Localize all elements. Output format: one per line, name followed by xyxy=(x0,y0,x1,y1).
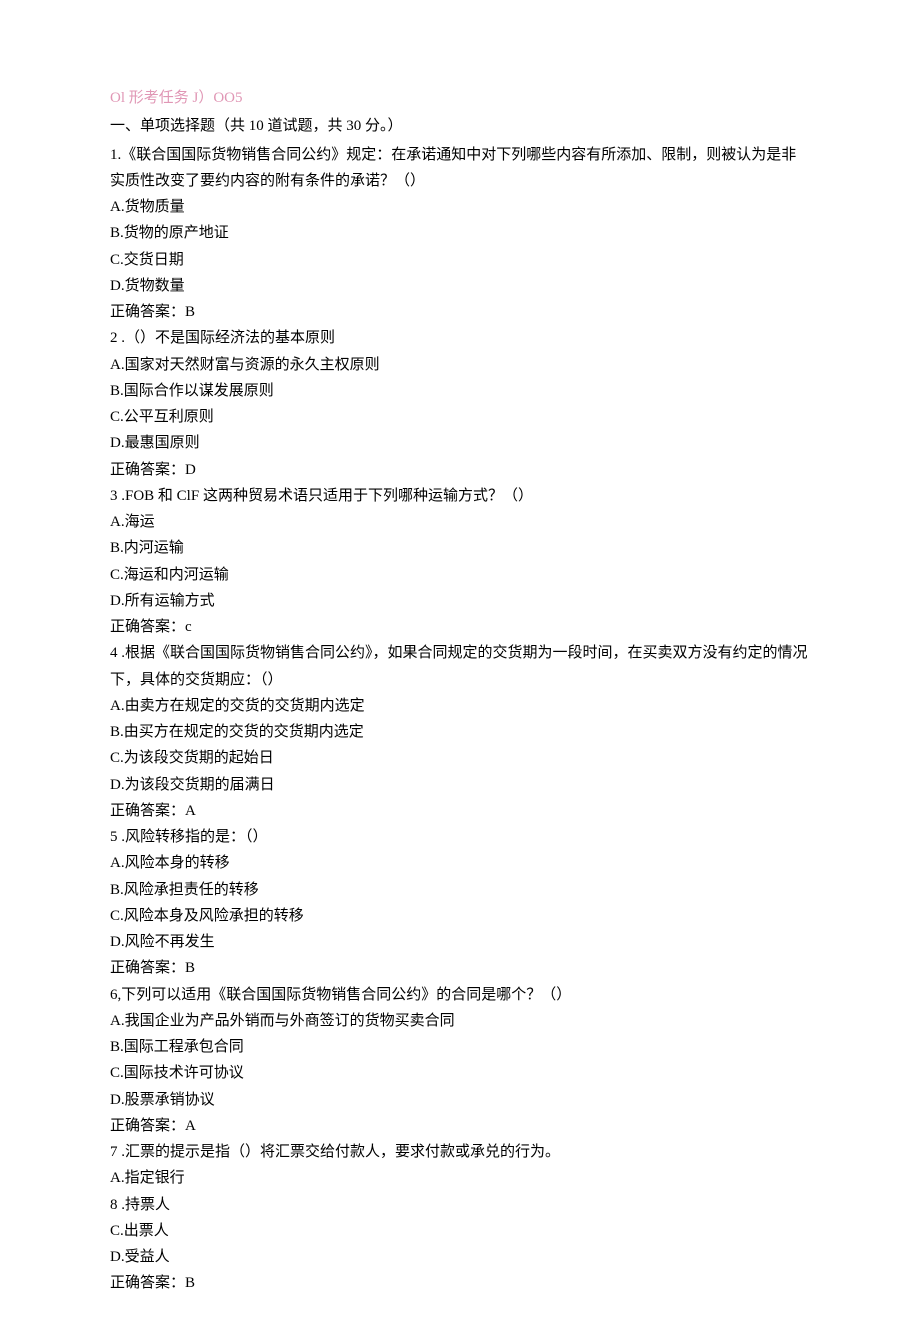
option-d: D.最惠国原则 xyxy=(110,430,810,456)
option-c: C.公平互利原则 xyxy=(110,404,810,430)
option-c: C.交货日期 xyxy=(110,247,810,273)
answer: 正确答案：A xyxy=(110,798,810,824)
question-text: 7 .汇票的提示是指（）将汇票交给付款人，要求付款或承兑的行为。 xyxy=(110,1139,810,1165)
option-c: C.出票人 xyxy=(110,1218,810,1244)
option-d: D.股票承销协议 xyxy=(110,1087,810,1113)
option-d: D.为该段交货期的届满日 xyxy=(110,772,810,798)
answer: 正确答案：B xyxy=(110,299,810,325)
option-a: A.风险本身的转移 xyxy=(110,850,810,876)
option-a: A.指定银行 xyxy=(110,1165,810,1191)
question-7: 7 .汇票的提示是指（）将汇票交给付款人，要求付款或承兑的行为。 A.指定银行 … xyxy=(110,1139,810,1297)
question-6: 6,下列可以适用《联合国国际货物销售合同公约》的合同是哪个？（） A.我国企业为… xyxy=(110,982,810,1140)
option-a: A.货物质量 xyxy=(110,194,810,220)
document-header: Ol 形考任务 J）OO5 xyxy=(110,85,810,111)
question-1: 1.《联合国国际货物销售合同公约》规定：在承诺通知中对下列哪些内容有所添加、限制… xyxy=(110,142,810,326)
question-text: 5 .风险转移指的是：（） xyxy=(110,824,810,850)
option-d: D.受益人 xyxy=(110,1244,810,1270)
question-5: 5 .风险转移指的是：（） A.风险本身的转移 B.风险承担责任的转移 C.风险… xyxy=(110,824,810,982)
option-b: B.货物的原产地证 xyxy=(110,220,810,246)
option-b: B.风险承担责任的转移 xyxy=(110,877,810,903)
question-text: 2 .（）不是国际经济法的基本原则 xyxy=(110,325,810,351)
option-c: C.海运和内河运输 xyxy=(110,562,810,588)
option-d: D.风险不再发生 xyxy=(110,929,810,955)
option-a: A.海运 xyxy=(110,509,810,535)
answer: 正确答案：D xyxy=(110,457,810,483)
answer: 正确答案：B xyxy=(110,1270,810,1296)
option-c: C.风险本身及风险承担的转移 xyxy=(110,903,810,929)
option-b: B.国际工程承包合同 xyxy=(110,1034,810,1060)
option-b: B.国际合作以谋发展原则 xyxy=(110,378,810,404)
question-text: 6,下列可以适用《联合国国际货物销售合同公约》的合同是哪个？（） xyxy=(110,982,810,1008)
question-4: 4 .根据《联合国国际货物销售合同公约》，如果合同规定的交货期为一段时间，在买卖… xyxy=(110,640,810,824)
option-b: B.由买方在规定的交货的交货期内选定 xyxy=(110,719,810,745)
answer: 正确答案：A xyxy=(110,1113,810,1139)
answer: 正确答案：c xyxy=(110,614,810,640)
option-b: B.内河运输 xyxy=(110,535,810,561)
section-title: 一、单项选择题（共 10 道试题，共 30 分。） xyxy=(110,113,810,139)
question-2: 2 .（）不是国际经济法的基本原则 A.国家对天然财富与资源的永久主权原则 B.… xyxy=(110,325,810,483)
question-3: 3 .FOB 和 ClF 这两种贸易术语只适用于下列哪种运输方式？（） A.海运… xyxy=(110,483,810,641)
option-d: D.货物数量 xyxy=(110,273,810,299)
option-a: A.由卖方在规定的交货的交货期内选定 xyxy=(110,693,810,719)
option-c: C.为该段交货期的起始日 xyxy=(110,745,810,771)
answer: 正确答案：B xyxy=(110,955,810,981)
question-text: 1.《联合国国际货物销售合同公约》规定：在承诺通知中对下列哪些内容有所添加、限制… xyxy=(110,142,810,195)
question-text: 3 .FOB 和 ClF 这两种贸易术语只适用于下列哪种运输方式？（） xyxy=(110,483,810,509)
option-a: A.国家对天然财富与资源的永久主权原则 xyxy=(110,352,810,378)
option-a: A.我国企业为产品外销而与外商签订的货物买卖合同 xyxy=(110,1008,810,1034)
question-text: 4 .根据《联合国国际货物销售合同公约》，如果合同规定的交货期为一段时间，在买卖… xyxy=(110,640,810,693)
option-c: C.国际技术许可协议 xyxy=(110,1060,810,1086)
option-b: 8 .持票人 xyxy=(110,1192,810,1218)
option-d: D.所有运输方式 xyxy=(110,588,810,614)
